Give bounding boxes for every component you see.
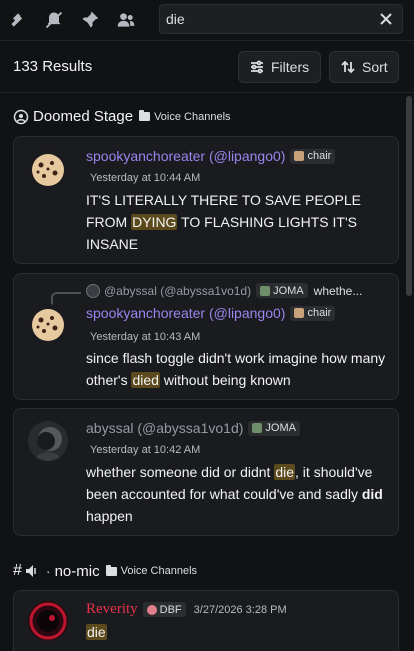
role-tag[interactable]: JOMA [248,420,300,436]
author-line: Reverity DBF 3/27/2026 3:28 PM [86,601,287,618]
divider [0,92,414,93]
cookie-avatar-icon [28,304,68,344]
message-card[interactable]: Reverity DBF 3/27/2026 3:28 PM die [13,590,399,651]
author-line: abyssal (@abyssa1vo1d) JOMA [86,420,300,436]
separator-dot: · [45,563,51,579]
channel-group-header[interactable]: Doomed Stage Voice Channels [13,108,231,125]
avatar[interactable] [28,149,68,189]
message-card[interactable]: spookyanchoreater (@lipango0) chair Yest… [13,136,399,264]
channel-category: Voice Channels [139,110,231,123]
search-results-panel: 133 Results Filters Sort Doomed Stage Vo… [0,0,414,651]
role-tag[interactable]: chair [290,305,336,321]
filters-button[interactable]: Filters [238,51,321,83]
dark-avatar-icon [28,421,68,461]
sort-button[interactable]: Sort [329,51,399,83]
category-label: Voice Channels [120,565,198,577]
sliders-icon [251,60,263,74]
channel-name: no-mic [54,562,100,580]
folder-icon [139,110,151,121]
results-count: 133 Results [13,58,93,75]
divider [0,40,414,41]
reply-connector [51,292,81,306]
search-input[interactable] [160,11,370,27]
tag-icon [260,285,271,296]
pin-icon[interactable] [72,2,108,38]
search-highlight: died [131,372,160,388]
category-label: Voice Channels [154,110,231,123]
mute-bell-icon[interactable] [36,2,72,38]
cookie-avatar-icon [28,149,68,189]
role-tag[interactable]: DBF [142,602,186,617]
reply-author: @abyssal (@abyssa1vo1d) [104,283,252,298]
search-highlight: die [86,624,107,640]
text-segment: without being known [159,372,291,388]
sort-label: Sort [362,59,388,75]
timestamp: 3/27/2026 3:28 PM [193,603,287,616]
hash-prefix: # [13,562,22,579]
avatar[interactable] [28,421,68,461]
search-highlight: die [274,464,296,480]
folder-icon [105,564,117,576]
reply-avatar [86,283,100,298]
skull-icon [146,604,157,615]
bold-text: did [361,486,383,502]
message-content: since flash toggle didn't work imagine h… [86,347,386,391]
avatar[interactable] [28,304,68,344]
author-name[interactable]: spookyanchoreater (@lipango0) [86,148,285,164]
message-content: IT'S LITERALLY THERE TO SAVE PEOPLE FROM… [86,189,386,255]
author-line: spookyanchoreater (@lipango0) chair [86,148,336,164]
tag-label: chair [307,307,332,319]
message-card[interactable]: @abyssal (@abyssa1vo1d) JOMA whethe... s… [13,273,399,400]
tag-label: JOMA [265,422,296,434]
filters-label: Filters [271,59,310,75]
channel-name: Doomed Stage [33,108,134,125]
scrollbar[interactable] [406,96,412,296]
stage-icon [13,109,29,124]
reply-role-tag: JOMA [256,283,308,298]
author-name[interactable]: Reverity [86,601,138,618]
channel-category: Voice Channels [105,564,198,577]
message-content: die [86,621,386,643]
timestamp: Yesterday at 10:43 AM [90,331,201,343]
tag-icon [294,308,305,318]
message-card[interactable]: abyssal (@abyssa1vo1d) JOMA Yesterday at… [13,408,399,536]
tag-icon [252,423,263,433]
author-line: spookyanchoreater (@lipango0) chair [86,305,336,321]
search-box [159,4,403,34]
role-tag[interactable]: chair [290,148,336,164]
text-segment: happen [86,508,133,524]
reply-snippet: whethe... [313,283,363,298]
sort-icon [341,60,355,74]
tag-icon [294,151,305,161]
members-icon[interactable] [108,2,144,38]
timestamp: Yesterday at 10:42 AM [90,444,201,456]
author-name[interactable]: spookyanchoreater (@lipango0) [86,305,285,321]
timestamp: Yesterday at 10:44 AM [90,172,201,184]
tag-label: DBF [159,603,182,616]
message-content: whether someone did or didnt die, it sho… [86,461,386,527]
speaker-muted-icon [25,565,36,577]
channel-group-header[interactable]: # · no-mic Voice Channels [13,562,197,580]
text-segment: whether someone did or didnt [86,464,275,480]
tag-label: JOMA [273,284,304,297]
clear-icon[interactable] [378,11,394,27]
avatar[interactable] [28,601,68,641]
search-highlight: DYING [131,214,178,230]
reply-preview[interactable]: @abyssal (@abyssa1vo1d) JOMA whethe... [86,283,362,298]
threads-icon[interactable] [0,2,36,38]
reverity-avatar-icon [28,601,68,641]
tag-label: chair [307,150,332,162]
author-name[interactable]: abyssal (@abyssa1vo1d) [86,420,243,436]
